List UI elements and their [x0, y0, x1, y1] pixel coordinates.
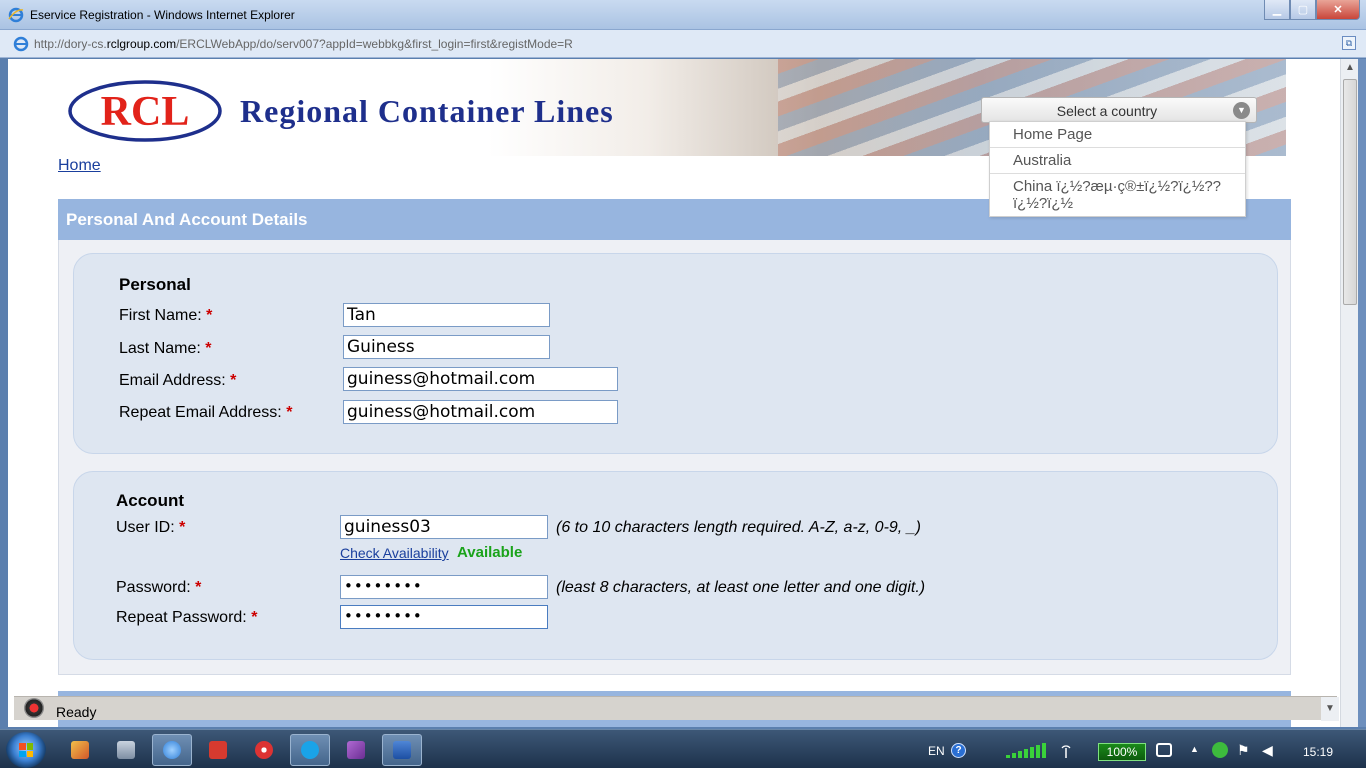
- calculator-app-icon[interactable]: [106, 734, 146, 766]
- wireless-icon[interactable]: [1060, 742, 1072, 758]
- paint-app-icon[interactable]: [60, 734, 100, 766]
- section-title: Personal And Account Details: [66, 210, 308, 229]
- section-body: Personal First Name: * Tan Last Name: * …: [58, 240, 1291, 675]
- start-button[interactable]: [6, 732, 46, 768]
- required-marker: *: [195, 579, 202, 596]
- power-plug-icon[interactable]: [1156, 743, 1172, 757]
- brand-name: Regional Container Lines: [240, 93, 614, 129]
- help-icon[interactable]: ?: [951, 743, 966, 758]
- country-option-home[interactable]: Home Page: [990, 122, 1245, 148]
- availability-status: Available: [457, 544, 523, 561]
- scroll-up-icon[interactable]: ▲: [1341, 59, 1359, 77]
- scroll-down-icon[interactable]: ▼: [1321, 697, 1339, 721]
- user-id-label: User ID: *: [116, 519, 186, 536]
- chevron-down-icon[interactable]: ▼: [1233, 102, 1250, 119]
- maximize-button[interactable]: ▢: [1290, 0, 1316, 20]
- email-label: Email Address: *: [119, 372, 237, 389]
- minimize-button[interactable]: ▁: [1264, 0, 1290, 20]
- volume-icon[interactable]: ◀: [1262, 742, 1273, 768]
- country-option-australia[interactable]: Australia: [990, 148, 1245, 174]
- skype-app-icon[interactable]: [290, 734, 330, 766]
- scrollbar-thumb[interactable]: [1343, 79, 1357, 305]
- password-label: Password: *: [116, 579, 202, 596]
- repeat-password-field[interactable]: ••••••••: [340, 605, 548, 629]
- vertical-scrollbar[interactable]: ▲: [1340, 59, 1358, 727]
- internet-explorer-app-icon[interactable]: [152, 734, 192, 766]
- internet-explorer-icon: [8, 7, 24, 23]
- last-name-label: Last Name: *: [119, 340, 212, 357]
- window-frame: [1358, 59, 1366, 727]
- media-app-icon[interactable]: [244, 734, 284, 766]
- address-bar[interactable]: http://dory-cs.rclgroup.com/ERCLWebApp/d…: [0, 30, 1366, 58]
- repeat-email-label: Repeat Email Address: *: [119, 404, 293, 421]
- personal-title: Personal: [119, 275, 191, 294]
- first-name-label: First Name: *: [119, 307, 213, 324]
- last-name-field[interactable]: Guiness: [343, 335, 550, 359]
- user-id-hint: (6 to 10 characters length required. A-Z…: [556, 519, 921, 536]
- status-text: Ready: [56, 704, 97, 720]
- svg-text:RCL: RCL: [101, 89, 190, 135]
- country-select[interactable]: Select a country ▼: [981, 97, 1257, 123]
- account-panel: Account User ID: * guiness03 (6 to 10 ch…: [73, 471, 1278, 660]
- window-titlebar: Eservice Registration - Windows Internet…: [0, 0, 1366, 30]
- password-hint: (least 8 characters, at least one letter…: [556, 579, 926, 596]
- required-marker: *: [205, 340, 212, 357]
- password-field[interactable]: ••••••••: [340, 575, 548, 599]
- personal-panel: Personal First Name: * Tan Last Name: * …: [73, 253, 1278, 454]
- page-favicon-icon: [13, 36, 29, 52]
- clock[interactable]: 15:19: [1303, 745, 1333, 768]
- required-marker: *: [286, 404, 293, 421]
- rcl-logo[interactable]: RCL: [67, 79, 223, 143]
- required-marker: *: [179, 519, 186, 536]
- required-marker: *: [230, 372, 237, 389]
- repeat-email-field[interactable]: guiness@hotmail.com: [343, 400, 618, 424]
- window-title: Eservice Registration - Windows Internet…: [30, 8, 295, 22]
- security-shield-icon[interactable]: [1212, 742, 1228, 758]
- country-option-china[interactable]: China ï¿½?æµ·ç®±ï¿½?ï¿½?? ï¿½?ï¿½: [990, 174, 1245, 216]
- email-field[interactable]: guiness@hotmail.com: [343, 367, 618, 391]
- windows-logo-icon: [19, 743, 33, 757]
- country-select-value: Select a country: [1056, 103, 1158, 119]
- pdf-app-icon[interactable]: [198, 734, 238, 766]
- first-name-field[interactable]: Tan: [343, 303, 550, 327]
- repeat-password-label: Repeat Password: *: [116, 609, 258, 626]
- battery-indicator[interactable]: 100%: [1098, 743, 1146, 761]
- check-availability-link[interactable]: Check Availability: [340, 545, 449, 561]
- security-status-icon[interactable]: [24, 698, 44, 718]
- home-link[interactable]: Home: [58, 157, 101, 175]
- action-center-flag-icon[interactable]: ⚑: [1237, 742, 1250, 768]
- close-window-button[interactable]: ✕: [1316, 0, 1360, 20]
- onenote-app-icon[interactable]: [336, 734, 376, 766]
- account-title: Account: [116, 491, 184, 510]
- signal-strength-icon[interactable]: [1006, 742, 1046, 758]
- status-bar: Ready ▼: [14, 696, 1339, 721]
- show-hidden-icons-icon[interactable]: ▲: [1190, 744, 1199, 768]
- required-marker: *: [251, 609, 258, 626]
- word-app-icon[interactable]: [382, 734, 422, 766]
- page-viewport: RCL Regional Container Lines Select a co…: [8, 59, 1340, 727]
- compatibility-view-icon[interactable]: ⧉: [1342, 36, 1356, 50]
- url-text[interactable]: http://dory-cs.rclgroup.com/ERCLWebApp/d…: [34, 37, 573, 51]
- taskbar: EN ? 100% ▲ ⚑ ◀ 15:19: [0, 729, 1366, 768]
- language-indicator[interactable]: EN: [928, 744, 945, 768]
- user-id-field[interactable]: guiness03: [340, 515, 548, 539]
- country-dropdown-menu: Home Page Australia China ï¿½?æµ·ç®±ï¿½?…: [989, 121, 1246, 217]
- required-marker: *: [206, 307, 213, 324]
